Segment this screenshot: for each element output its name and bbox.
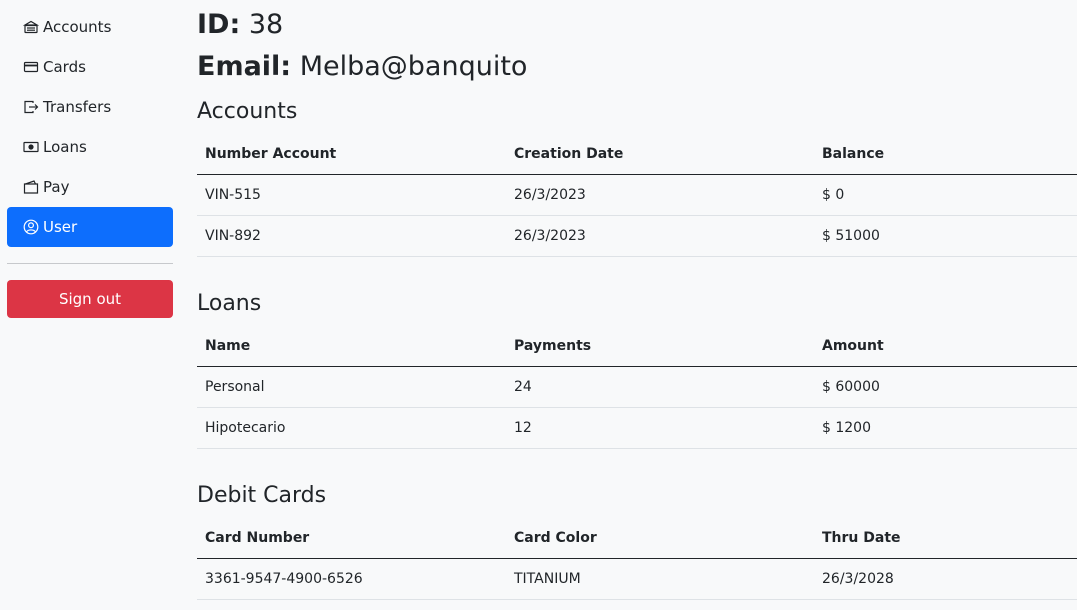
sign-out-button[interactable]: Sign out bbox=[7, 280, 173, 318]
sidebar-item-transfers[interactable]: Transfers bbox=[7, 87, 173, 127]
loans-table: Name Payments Amount Personal 24 $ 60000… bbox=[197, 326, 1077, 449]
sidebar-item-user[interactable]: User bbox=[7, 207, 173, 247]
table-row: 3361-9547-4900-6526 TITANIUM 26/3/2028 bbox=[197, 558, 1077, 600]
sidebar-item-cards[interactable]: Cards bbox=[7, 47, 173, 87]
loan-name-cell: Personal bbox=[197, 366, 506, 408]
debit-cards-table: Card Number Card Color Thru Date 3361-95… bbox=[197, 518, 1077, 600]
table-row: Hipotecario 12 $ 1200 bbox=[197, 407, 1077, 449]
cash-icon bbox=[22, 139, 39, 156]
client-id-heading: ID: 38 bbox=[197, 2, 283, 47]
table-row: VIN-892 26/3/2023 $ 51000 bbox=[197, 215, 1077, 257]
transfer-icon bbox=[22, 99, 39, 116]
sidebar-item-accounts[interactable]: Accounts bbox=[7, 7, 173, 47]
column-header: Amount bbox=[814, 326, 1077, 367]
credit-card-icon bbox=[22, 59, 39, 76]
card-color-cell: TITANIUM bbox=[506, 558, 814, 600]
column-header: Name bbox=[197, 326, 506, 367]
email-value: Melba@banquito bbox=[299, 51, 528, 82]
sidebar-item-label: Loans bbox=[43, 138, 87, 156]
table-header-row: Card Number Card Color Thru Date bbox=[197, 518, 1077, 559]
email-label: Email: bbox=[197, 51, 292, 82]
column-header: Creation Date bbox=[506, 134, 814, 175]
loan-amount-cell: $ 1200 bbox=[814, 407, 1077, 449]
balance-cell: $ 51000 bbox=[814, 215, 1077, 257]
account-number-cell: VIN-515 bbox=[197, 174, 506, 216]
sidebar-item-loans[interactable]: Loans bbox=[7, 127, 173, 167]
sidebar-item-pay[interactable]: Pay bbox=[7, 167, 173, 207]
wallet-icon bbox=[22, 179, 39, 196]
client-email-heading: Email: Melba@banquito bbox=[197, 44, 527, 89]
column-header: Balance bbox=[814, 134, 1077, 175]
balance-cell: $ 0 bbox=[814, 174, 1077, 216]
table-header-row: Name Payments Amount bbox=[197, 326, 1077, 367]
column-header: Card Number bbox=[197, 518, 506, 559]
bank-icon bbox=[22, 19, 39, 36]
card-number-cell: 3361-9547-4900-6526 bbox=[197, 558, 506, 600]
loan-payments-cell: 24 bbox=[506, 366, 814, 408]
sidebar-item-label: Pay bbox=[43, 178, 70, 196]
creation-date-cell: 26/3/2023 bbox=[506, 174, 814, 216]
sidebar: Accounts Cards Transfers Loans Pay User … bbox=[7, 7, 173, 318]
creation-date-cell: 26/3/2023 bbox=[506, 215, 814, 257]
table-row: VIN-515 26/3/2023 $ 0 bbox=[197, 174, 1077, 216]
table-header-row: Number Account Creation Date Balance bbox=[197, 134, 1077, 175]
column-header: Card Color bbox=[506, 518, 814, 559]
sidebar-item-label: User bbox=[43, 218, 78, 236]
sidebar-item-label: Transfers bbox=[43, 98, 112, 116]
loan-amount-cell: $ 60000 bbox=[814, 366, 1077, 408]
user-circle-icon bbox=[22, 219, 39, 236]
account-number-cell: VIN-892 bbox=[197, 215, 506, 257]
accounts-section-title: Accounts bbox=[197, 99, 298, 124]
sidebar-item-label: Accounts bbox=[43, 18, 112, 36]
thru-date-cell: 26/3/2028 bbox=[814, 558, 1077, 600]
loan-name-cell: Hipotecario bbox=[197, 407, 506, 449]
id-label: ID: bbox=[197, 9, 241, 40]
loans-section-title: Loans bbox=[197, 291, 262, 316]
sidebar-divider bbox=[7, 263, 173, 264]
debit-cards-section-title: Debit Cards bbox=[197, 483, 327, 508]
column-header: Payments bbox=[506, 326, 814, 367]
sidebar-item-label: Cards bbox=[43, 58, 86, 76]
column-header: Thru Date bbox=[814, 518, 1077, 559]
column-header: Number Account bbox=[197, 134, 506, 175]
table-row: Personal 24 $ 60000 bbox=[197, 366, 1077, 408]
id-value: 38 bbox=[248, 9, 284, 40]
accounts-table: Number Account Creation Date Balance VIN… bbox=[197, 134, 1077, 257]
loan-payments-cell: 12 bbox=[506, 407, 814, 449]
